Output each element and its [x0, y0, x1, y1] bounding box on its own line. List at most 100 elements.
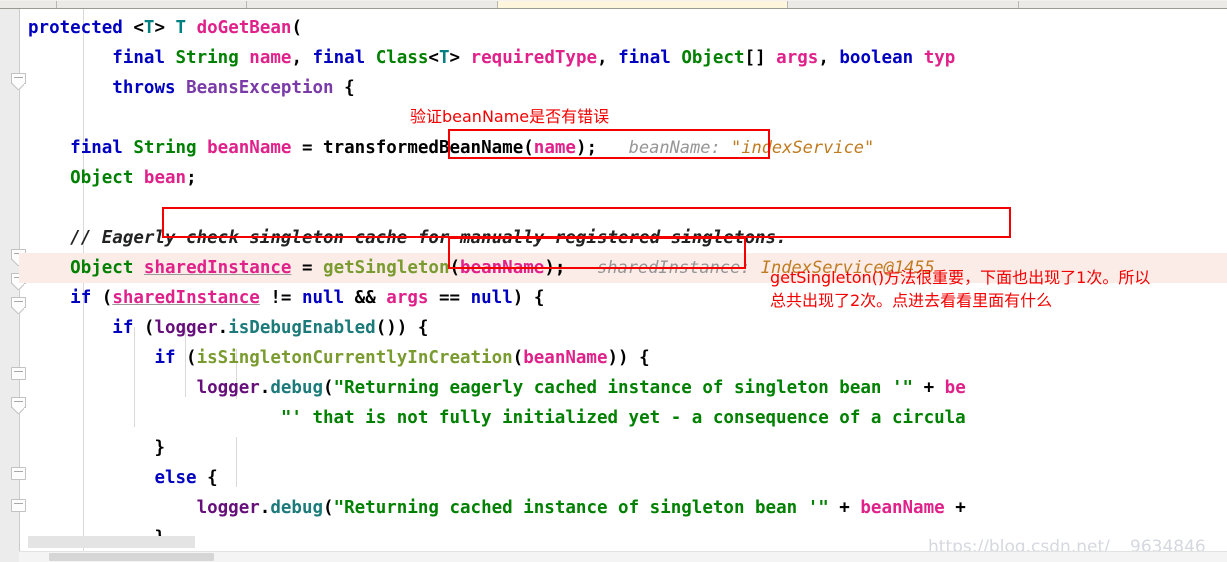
code-token: T: [438, 48, 450, 68]
code-editor[interactable]: protected <T> T doGetBean( final String …: [0, 9, 1227, 562]
code-token: if: [70, 288, 102, 308]
editor-tab-active[interactable]: [497, 1, 789, 8]
code-token: requiredType: [470, 48, 598, 68]
code-line-17[interactable]: logger.debug("Returning cached instance …: [19, 493, 1227, 523]
code-token: .: [259, 378, 271, 398]
code-line-8[interactable]: // Eagerly check singleton cache for man…: [19, 223, 1227, 253]
code-line-5[interactable]: final String beanName = transformedBeanN…: [19, 133, 1227, 163]
hint-spacer: [565, 258, 597, 278]
code-token: transformedBeanName: [323, 138, 524, 158]
code-line-16[interactable]: else {: [19, 463, 1227, 493]
editor-tab-2[interactable]: [56, 1, 248, 8]
code-token: ,: [818, 48, 840, 68]
code-token: throws: [112, 78, 187, 98]
code-token: T: [175, 18, 197, 38]
debugger-hint-label: beanName:: [628, 138, 731, 158]
code-token: }: [154, 438, 165, 458]
hint-spacer: [597, 138, 629, 158]
code-token: (: [101, 288, 113, 308]
code-line-14[interactable]: "' that is not fully initialized yet - a…: [19, 403, 1227, 433]
note-getsingleton: getSingleton()方法很重要，下面也出现了1次。所以 总共出现了2次。…: [770, 268, 1151, 310]
code-token: (: [143, 318, 155, 338]
code-token: beanName: [523, 348, 608, 368]
code-token: String: [175, 48, 250, 68]
code-token: ) {: [512, 288, 545, 308]
code-token: Object: [70, 168, 144, 188]
code-line-3[interactable]: throws BeansException {: [19, 73, 1227, 103]
code-token: BeansException: [186, 78, 334, 98]
code-token: {: [333, 78, 355, 98]
code-token: (: [323, 498, 334, 518]
code-token: boolean: [839, 48, 924, 68]
editor-tab-3[interactable]: [247, 1, 498, 8]
code-token: final: [312, 48, 376, 68]
code-token: args: [386, 288, 429, 308]
code-token: );: [544, 258, 566, 278]
code-token: if: [154, 348, 187, 368]
code-token: []: [744, 48, 777, 68]
code-token: >: [154, 18, 176, 38]
horizontal-scrollbar-track[interactable]: [19, 551, 1227, 562]
code-token: args: [776, 48, 819, 68]
code-line-6[interactable]: Object bean;: [19, 163, 1227, 193]
code-token: <: [133, 18, 144, 38]
code-token: T: [143, 18, 155, 38]
code-token: +: [913, 378, 945, 398]
code-token: protected: [28, 18, 134, 38]
horizontal-scrollbar-thumb[interactable]: [49, 553, 214, 561]
code-line-11[interactable]: if (logger.isDebugEnabled()) {: [19, 313, 1227, 343]
code-line-13[interactable]: logger.debug("Returning eagerly cached i…: [19, 373, 1227, 403]
code-token: if: [112, 318, 144, 338]
note-validate-beanname: 验证beanName是否有错误: [410, 107, 610, 126]
editor-tab-strip[interactable]: [0, 0, 1227, 9]
code-token: Object: [681, 48, 745, 68]
code-token: isSingletonCurrentlyInCreation: [196, 348, 513, 368]
code-line-7[interactable]: [19, 193, 1227, 223]
code-token: =: [291, 258, 324, 278]
code-token: getSingleton: [323, 258, 450, 278]
code-line-2[interactable]: final String name, final Class<T> requir…: [19, 43, 1227, 73]
code-token: "Returning eagerly cached instance of si…: [333, 378, 914, 398]
editor-tab-6[interactable]: [1018, 1, 1227, 8]
selection-strip: [28, 536, 195, 548]
code-token: (: [291, 18, 302, 38]
code-line-4[interactable]: [19, 103, 1227, 133]
code-token: Class: [375, 48, 429, 68]
code-token: &&: [344, 288, 387, 308]
code-token: logger: [154, 318, 218, 338]
code-token: <: [428, 48, 439, 68]
code-token: null: [470, 288, 513, 308]
code-token: (: [512, 348, 524, 368]
code-token: logger: [196, 498, 260, 518]
debugger-hint-value: "indexService": [730, 138, 875, 158]
code-token: null: [301, 288, 345, 308]
code-token: bean: [143, 168, 187, 188]
code-token: else: [154, 468, 208, 488]
editor-tab-5[interactable]: [788, 1, 1019, 8]
code-token: .: [217, 318, 229, 338]
code-token: debug: [270, 498, 324, 518]
code-token: name: [533, 138, 576, 158]
code-line-15[interactable]: }: [19, 433, 1227, 463]
code-token: ==: [428, 288, 471, 308]
code-token: sharedInstance: [112, 288, 260, 308]
code-token: beanName: [860, 498, 956, 518]
code-token: sharedInstance: [143, 258, 292, 278]
code-line-1[interactable]: protected <T> T doGetBean(: [19, 13, 1227, 43]
code-line-12[interactable]: if (isSingletonCurrentlyInCreation(beanN…: [19, 343, 1227, 373]
editor-tab-1[interactable]: [0, 1, 57, 8]
code-token: final: [112, 48, 176, 68]
debugger-hint-label: sharedInstance:: [597, 258, 761, 278]
code-token: (: [449, 258, 461, 278]
code-token: final: [618, 48, 682, 68]
